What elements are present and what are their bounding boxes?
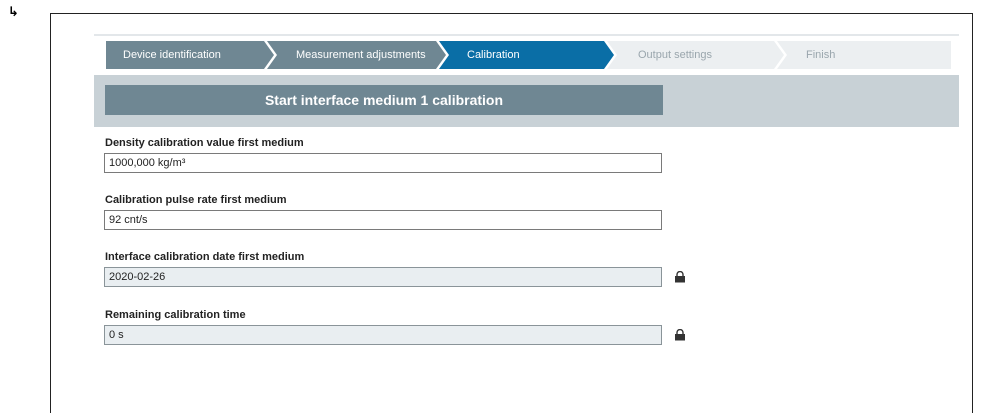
calibration-date-field: 2020-02-26 [104,267,662,287]
density-calibration-input[interactable]: 1000,000 kg/m³ [104,153,662,173]
step-marker-arrow: ↳ [8,4,19,19]
pulse-rate-input[interactable]: 92 cnt/s [104,210,662,230]
pulse-rate-label: Calibration pulse rate first medium [105,194,287,206]
wizard-step-finish[interactable]: Finish [806,41,835,69]
top-divider [94,34,959,36]
wizard-step-calibration[interactable]: Calibration [467,41,520,69]
wizard-step-output-settings[interactable]: Output settings [638,41,712,69]
lock-icon [675,329,685,341]
density-calibration-label: Density calibration value first medium [105,137,304,149]
lock-icon [675,271,685,283]
remaining-time-label: Remaining calibration time [105,309,246,321]
wizard-step-finish-bg [777,41,951,69]
wizard-step-measurement-adjustments[interactable]: Measurement adjustments [296,41,426,69]
wizard-progress-bar: Device identification Measurement adjust… [106,41,951,69]
wizard-step-device-identification[interactable]: Device identification [123,41,221,69]
wizard-step-calibration-bg [439,41,614,69]
page-title: Start interface medium 1 calibration [105,85,663,115]
remaining-time-field: 0 s [104,325,662,345]
calibration-date-label: Interface calibration date first medium [105,251,305,263]
